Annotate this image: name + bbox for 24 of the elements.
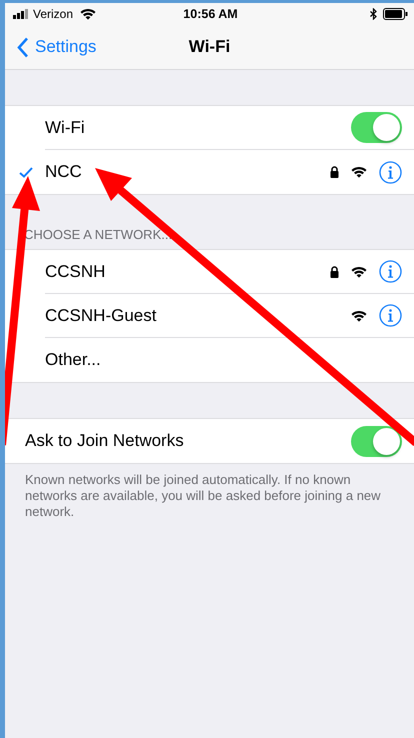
ask-to-join-label: Ask to Join Networks: [25, 431, 185, 451]
wifi-icon: [351, 266, 367, 278]
network-name[interactable]: CCSNH-Guest: [45, 306, 351, 326]
carrier-name: Verizon: [33, 7, 74, 21]
info-icon[interactable]: [379, 260, 402, 283]
signal-icon: [13, 9, 30, 19]
network-name[interactable]: NCC: [45, 162, 330, 182]
wifi-icon: [351, 310, 367, 322]
other-network-item[interactable]: Other...: [45, 350, 402, 370]
wifi-icon: [80, 8, 96, 20]
toggle-switch[interactable]: [351, 426, 402, 456]
wifi-label: Wi-Fi: [45, 118, 86, 138]
footer-note: Known networks will be joined automatically. If no known networks are available, you will be asked before joining a new network.: [24, 471, 382, 520]
page-title: Wi-Fi: [188, 37, 230, 57]
bluetooth-icon: [370, 8, 378, 20]
battery-icon: [383, 8, 408, 20]
clock-time: 10:56 AM: [183, 7, 238, 21]
chevron-icon: [17, 36, 29, 58]
back-button[interactable]: Settings: [5, 36, 96, 58]
network-name[interactable]: CCSNH: [45, 262, 330, 282]
wifi-icon: [351, 166, 367, 178]
toggle-switch[interactable]: [351, 112, 402, 143]
info-icon[interactable]: [379, 304, 402, 327]
info-icon[interactable]: [379, 160, 402, 184]
